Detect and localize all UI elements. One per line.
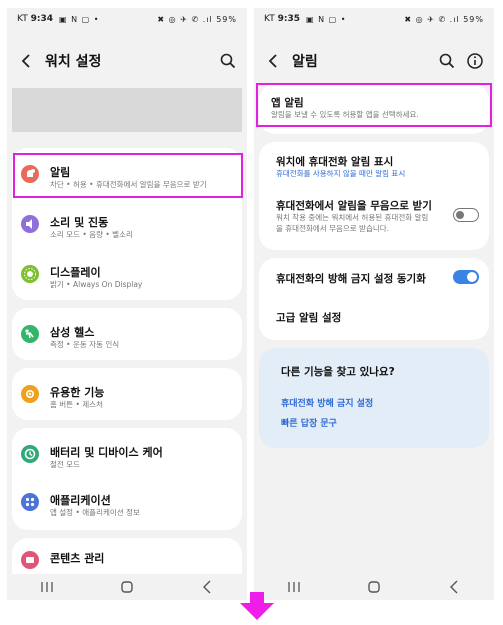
mute-toggle[interactable] bbox=[453, 208, 479, 222]
notification-icons: ▣ N ▢ • bbox=[305, 14, 347, 24]
highlight-box-notifications bbox=[13, 153, 243, 198]
apps-icon bbox=[21, 493, 39, 511]
recent-apps-button[interactable] bbox=[35, 579, 59, 595]
home-button[interactable] bbox=[362, 579, 386, 595]
item-label: 유용한 기능 bbox=[50, 386, 105, 399]
item-sub: 홈 버튼 • 제스처 bbox=[50, 400, 103, 409]
search-icon[interactable] bbox=[219, 52, 237, 70]
dnd-sync-item[interactable]: 휴대전화의 방해 금지 설정 동기화 bbox=[259, 262, 489, 296]
back-nav-icon bbox=[203, 580, 211, 594]
status-time: 9:35 bbox=[277, 14, 300, 24]
recent-apps-icon bbox=[41, 582, 53, 592]
battery-care-icon bbox=[21, 445, 39, 463]
item-label: 콘텐츠 관리 bbox=[50, 552, 105, 565]
watch-image-placeholder bbox=[12, 88, 242, 132]
home-button[interactable] bbox=[115, 579, 139, 595]
page-title: 알림 bbox=[292, 54, 318, 70]
toggle-knob bbox=[456, 210, 464, 219]
link-phone-dnd[interactable]: 휴대전화 방해 금지 설정 bbox=[281, 396, 373, 409]
highlight-box-app-alerts bbox=[256, 83, 492, 127]
show-alerts-sub: 휴대전화를 사용하지 않을 때만 알림 표시 bbox=[276, 169, 406, 178]
dnd-sync-toggle[interactable] bbox=[453, 270, 479, 284]
status-right: ✖ ◎ ✈ ✆ .ıl 59% bbox=[404, 14, 484, 24]
navigation-bar bbox=[7, 574, 247, 600]
item-label: 디스플레이 bbox=[50, 266, 101, 279]
back-nav-icon bbox=[450, 580, 458, 594]
page-title: 워치 설정 bbox=[45, 54, 102, 70]
mute-sub-line1: 워치 착용 중에는 워치에서 허용된 휴대전화 알림 bbox=[276, 213, 429, 222]
item-label: 배터리 및 디바이스 케어 bbox=[50, 446, 163, 459]
info-icon[interactable] bbox=[466, 52, 484, 70]
star-icon bbox=[21, 385, 39, 403]
home-icon bbox=[368, 581, 380, 593]
carrier: KT bbox=[17, 14, 28, 24]
back-button[interactable] bbox=[442, 579, 466, 595]
settings-item-applications[interactable]: 애플리케이션 앱 설정 • 애플리케이션 정보 bbox=[12, 482, 242, 522]
app-header: 알림 bbox=[254, 46, 494, 76]
link-quick-replies[interactable]: 빠른 답장 문구 bbox=[281, 416, 337, 429]
back-arrow-icon[interactable] bbox=[17, 51, 37, 71]
mute-on-phone-item[interactable]: 휴대전화에서 알림을 무음으로 받기 워치 착용 중에는 워치에서 허용된 휴대… bbox=[259, 192, 489, 246]
item-label: 소리 및 진동 bbox=[50, 216, 109, 229]
item-sub: 밝기 • Always On Display bbox=[50, 280, 143, 289]
sun-icon bbox=[21, 265, 39, 283]
item-sub: 소리 모드 • 음량 • 벨소리 bbox=[50, 230, 133, 239]
item-label: 삼성 헬스 bbox=[50, 326, 95, 339]
right-phone-screen: KT 9:35 ▣ N ▢ • ✖ ◎ ✈ ✆ .ıl 59% 알림 앱 알림 … bbox=[254, 8, 494, 600]
advanced-title: 고급 알림 설정 bbox=[276, 312, 342, 324]
settings-item-display[interactable]: 디스플레이 밝기 • Always On Display bbox=[12, 254, 242, 294]
settings-item-content-management[interactable]: 콘텐츠 관리 bbox=[12, 544, 242, 574]
health-icon bbox=[21, 325, 39, 343]
show-alerts-title: 워치에 휴대전화 알림 표시 bbox=[276, 156, 394, 168]
settings-item-sound[interactable]: 소리 및 진동 소리 모드 • 음량 • 벨소리 bbox=[12, 204, 242, 244]
mute-title: 휴대전화에서 알림을 무음으로 받기 bbox=[276, 200, 432, 212]
mute-sub-line2: 을 휴대전화에서 무음으로 받습니다. bbox=[276, 224, 390, 233]
show-phone-alerts-item[interactable]: 워치에 휴대전화 알림 표시 휴대전화를 사용하지 않을 때만 알림 표시 bbox=[259, 146, 489, 186]
status-time: 9:34 bbox=[30, 14, 53, 24]
settings-item-battery-care[interactable]: 배터리 및 디바이스 케어 절전 모드 bbox=[12, 434, 242, 474]
back-arrow-icon[interactable] bbox=[264, 51, 284, 71]
status-bar: KT 9:35 ▣ N ▢ • ✖ ◎ ✈ ✆ .ıl 59% bbox=[254, 8, 494, 30]
advanced-notifications-item[interactable]: 고급 알림 설정 bbox=[259, 302, 489, 334]
settings-item-advanced-features[interactable]: 유용한 기능 홈 버튼 • 제스처 bbox=[12, 374, 242, 414]
recent-apps-icon bbox=[288, 582, 300, 592]
left-phone-screen: KT 9:34 ▣ N ▢ • ✖ ◎ ✈ ✆ .ıl 59% 워치 설정 알림… bbox=[7, 8, 247, 600]
back-button[interactable] bbox=[195, 579, 219, 595]
item-label: 애플리케이션 bbox=[50, 494, 111, 507]
navigation-bar bbox=[254, 574, 494, 600]
dnd-sync-title: 휴대전화의 방해 금지 설정 동기화 bbox=[276, 273, 426, 285]
item-sub: 앱 설정 • 애플리케이션 정보 bbox=[50, 508, 140, 517]
status-right: ✖ ◎ ✈ ✆ .ıl 59% bbox=[157, 14, 237, 24]
suggestion-card: 다른 기능을 찾고 있나요? 휴대전화 방해 금지 설정 빠른 답장 문구 bbox=[259, 348, 489, 448]
app-header: 워치 설정 bbox=[7, 46, 247, 76]
folder-icon bbox=[21, 551, 39, 569]
status-bar: KT 9:34 ▣ N ▢ • ✖ ◎ ✈ ✆ .ıl 59% bbox=[7, 8, 247, 30]
item-sub: 측정 • 운동 자동 인식 bbox=[50, 340, 120, 349]
recent-apps-button[interactable] bbox=[282, 579, 306, 595]
search-icon[interactable] bbox=[438, 52, 456, 70]
settings-item-samsung-health[interactable]: 삼성 헬스 측정 • 운동 자동 인식 bbox=[12, 314, 242, 354]
down-arrow-icon bbox=[240, 592, 274, 620]
carrier: KT bbox=[264, 14, 275, 24]
notification-icons: ▣ N ▢ • bbox=[58, 14, 100, 24]
suggestion-title: 다른 기능을 찾고 있나요? bbox=[281, 366, 395, 378]
speaker-icon bbox=[21, 215, 39, 233]
item-sub: 절전 모드 bbox=[50, 460, 80, 469]
toggle-knob bbox=[467, 272, 477, 282]
home-icon bbox=[121, 581, 133, 593]
